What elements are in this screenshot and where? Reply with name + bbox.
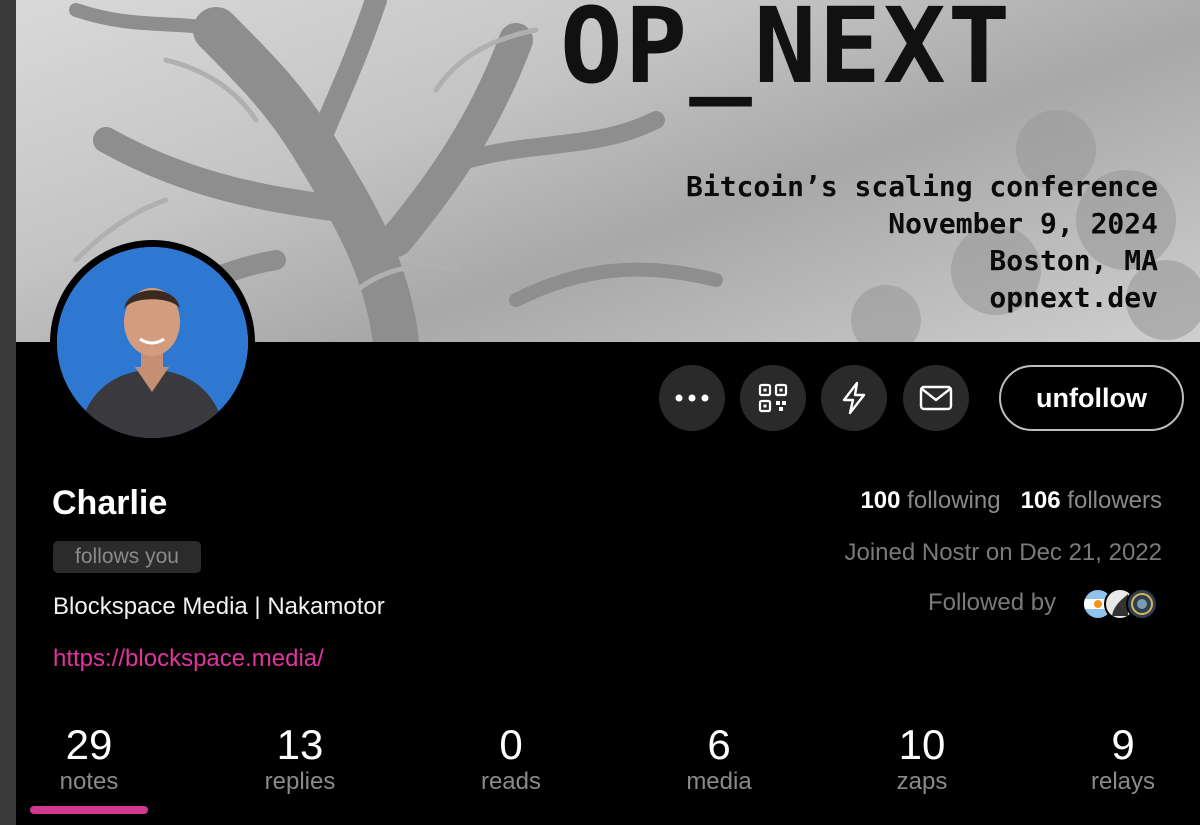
- profile-name: Charlie: [52, 484, 168, 522]
- banner-conference-text: Bitcoin’s scaling conference November 9,…: [686, 168, 1158, 316]
- unfollow-button[interactable]: unfollow: [999, 365, 1184, 431]
- followers-link[interactable]: 106 followers: [1021, 487, 1162, 514]
- tab-count: 10: [898, 721, 946, 768]
- tab-replies[interactable]: 13 replies: [230, 722, 370, 796]
- tab-label: relays: [1090, 768, 1156, 795]
- profile-website-link[interactable]: https://blockspace.media/: [53, 645, 324, 673]
- message-button[interactable]: [903, 365, 969, 431]
- lightning-icon: [842, 381, 866, 415]
- tab-count: 0: [499, 721, 523, 768]
- follow-stats: 100 following 106 followers: [860, 487, 1162, 515]
- tab-count: 29: [65, 721, 113, 768]
- tab-label: notes: [59, 768, 119, 795]
- avatar-photo: [57, 247, 248, 438]
- tab-label: reads: [480, 768, 542, 795]
- following-link[interactable]: 100 following: [860, 487, 1000, 514]
- tab-relays[interactable]: 9 relays: [1053, 722, 1193, 796]
- banner-logo-text: OP_NEXT: [560, 0, 1013, 107]
- profile-about: Blockspace Media | Nakamotor: [53, 593, 385, 620]
- tab-count: 9: [1111, 721, 1135, 768]
- active-tab-indicator: [30, 806, 148, 814]
- joined-date: Joined Nostr on Dec 21, 2022: [844, 539, 1162, 566]
- tab-count: 6: [707, 721, 731, 768]
- mail-icon: [919, 385, 953, 411]
- tab-notes[interactable]: 29 notes: [19, 722, 159, 796]
- more-horizontal-icon: [675, 394, 709, 402]
- tab-label: zaps: [896, 768, 948, 795]
- following-count: 100: [860, 487, 901, 514]
- followed-by-label: Followed by: [928, 589, 1057, 616]
- window-edge: [0, 0, 16, 825]
- avatar[interactable]: [50, 240, 255, 445]
- followers-label: followers: [1067, 487, 1162, 514]
- follower-avatar[interactable]: [1126, 588, 1158, 620]
- banner-line: November 9, 2024: [888, 207, 1158, 240]
- more-button[interactable]: [659, 365, 725, 431]
- zap-button[interactable]: [821, 365, 887, 431]
- tab-zaps[interactable]: 10 zaps: [852, 722, 992, 796]
- person-portrait: [57, 247, 248, 438]
- following-label: following: [907, 487, 1001, 514]
- banner-line: Bitcoin’s scaling conference: [685, 170, 1158, 203]
- follows-you-badge: follows you: [53, 541, 201, 573]
- tab-count: 13: [276, 721, 324, 768]
- tab-label: media: [686, 768, 752, 795]
- banner-line: Boston, MA: [989, 244, 1158, 277]
- followers-count: 106: [1020, 487, 1061, 514]
- tab-label: replies: [264, 768, 336, 795]
- tab-media[interactable]: 6 media: [649, 722, 789, 796]
- followed-by-avatars[interactable]: [1082, 588, 1162, 620]
- qr-code-button[interactable]: [740, 365, 806, 431]
- tab-reads[interactable]: 0 reads: [441, 722, 581, 796]
- qr-code-icon: [758, 383, 788, 413]
- banner-line: opnext.dev: [989, 281, 1158, 314]
